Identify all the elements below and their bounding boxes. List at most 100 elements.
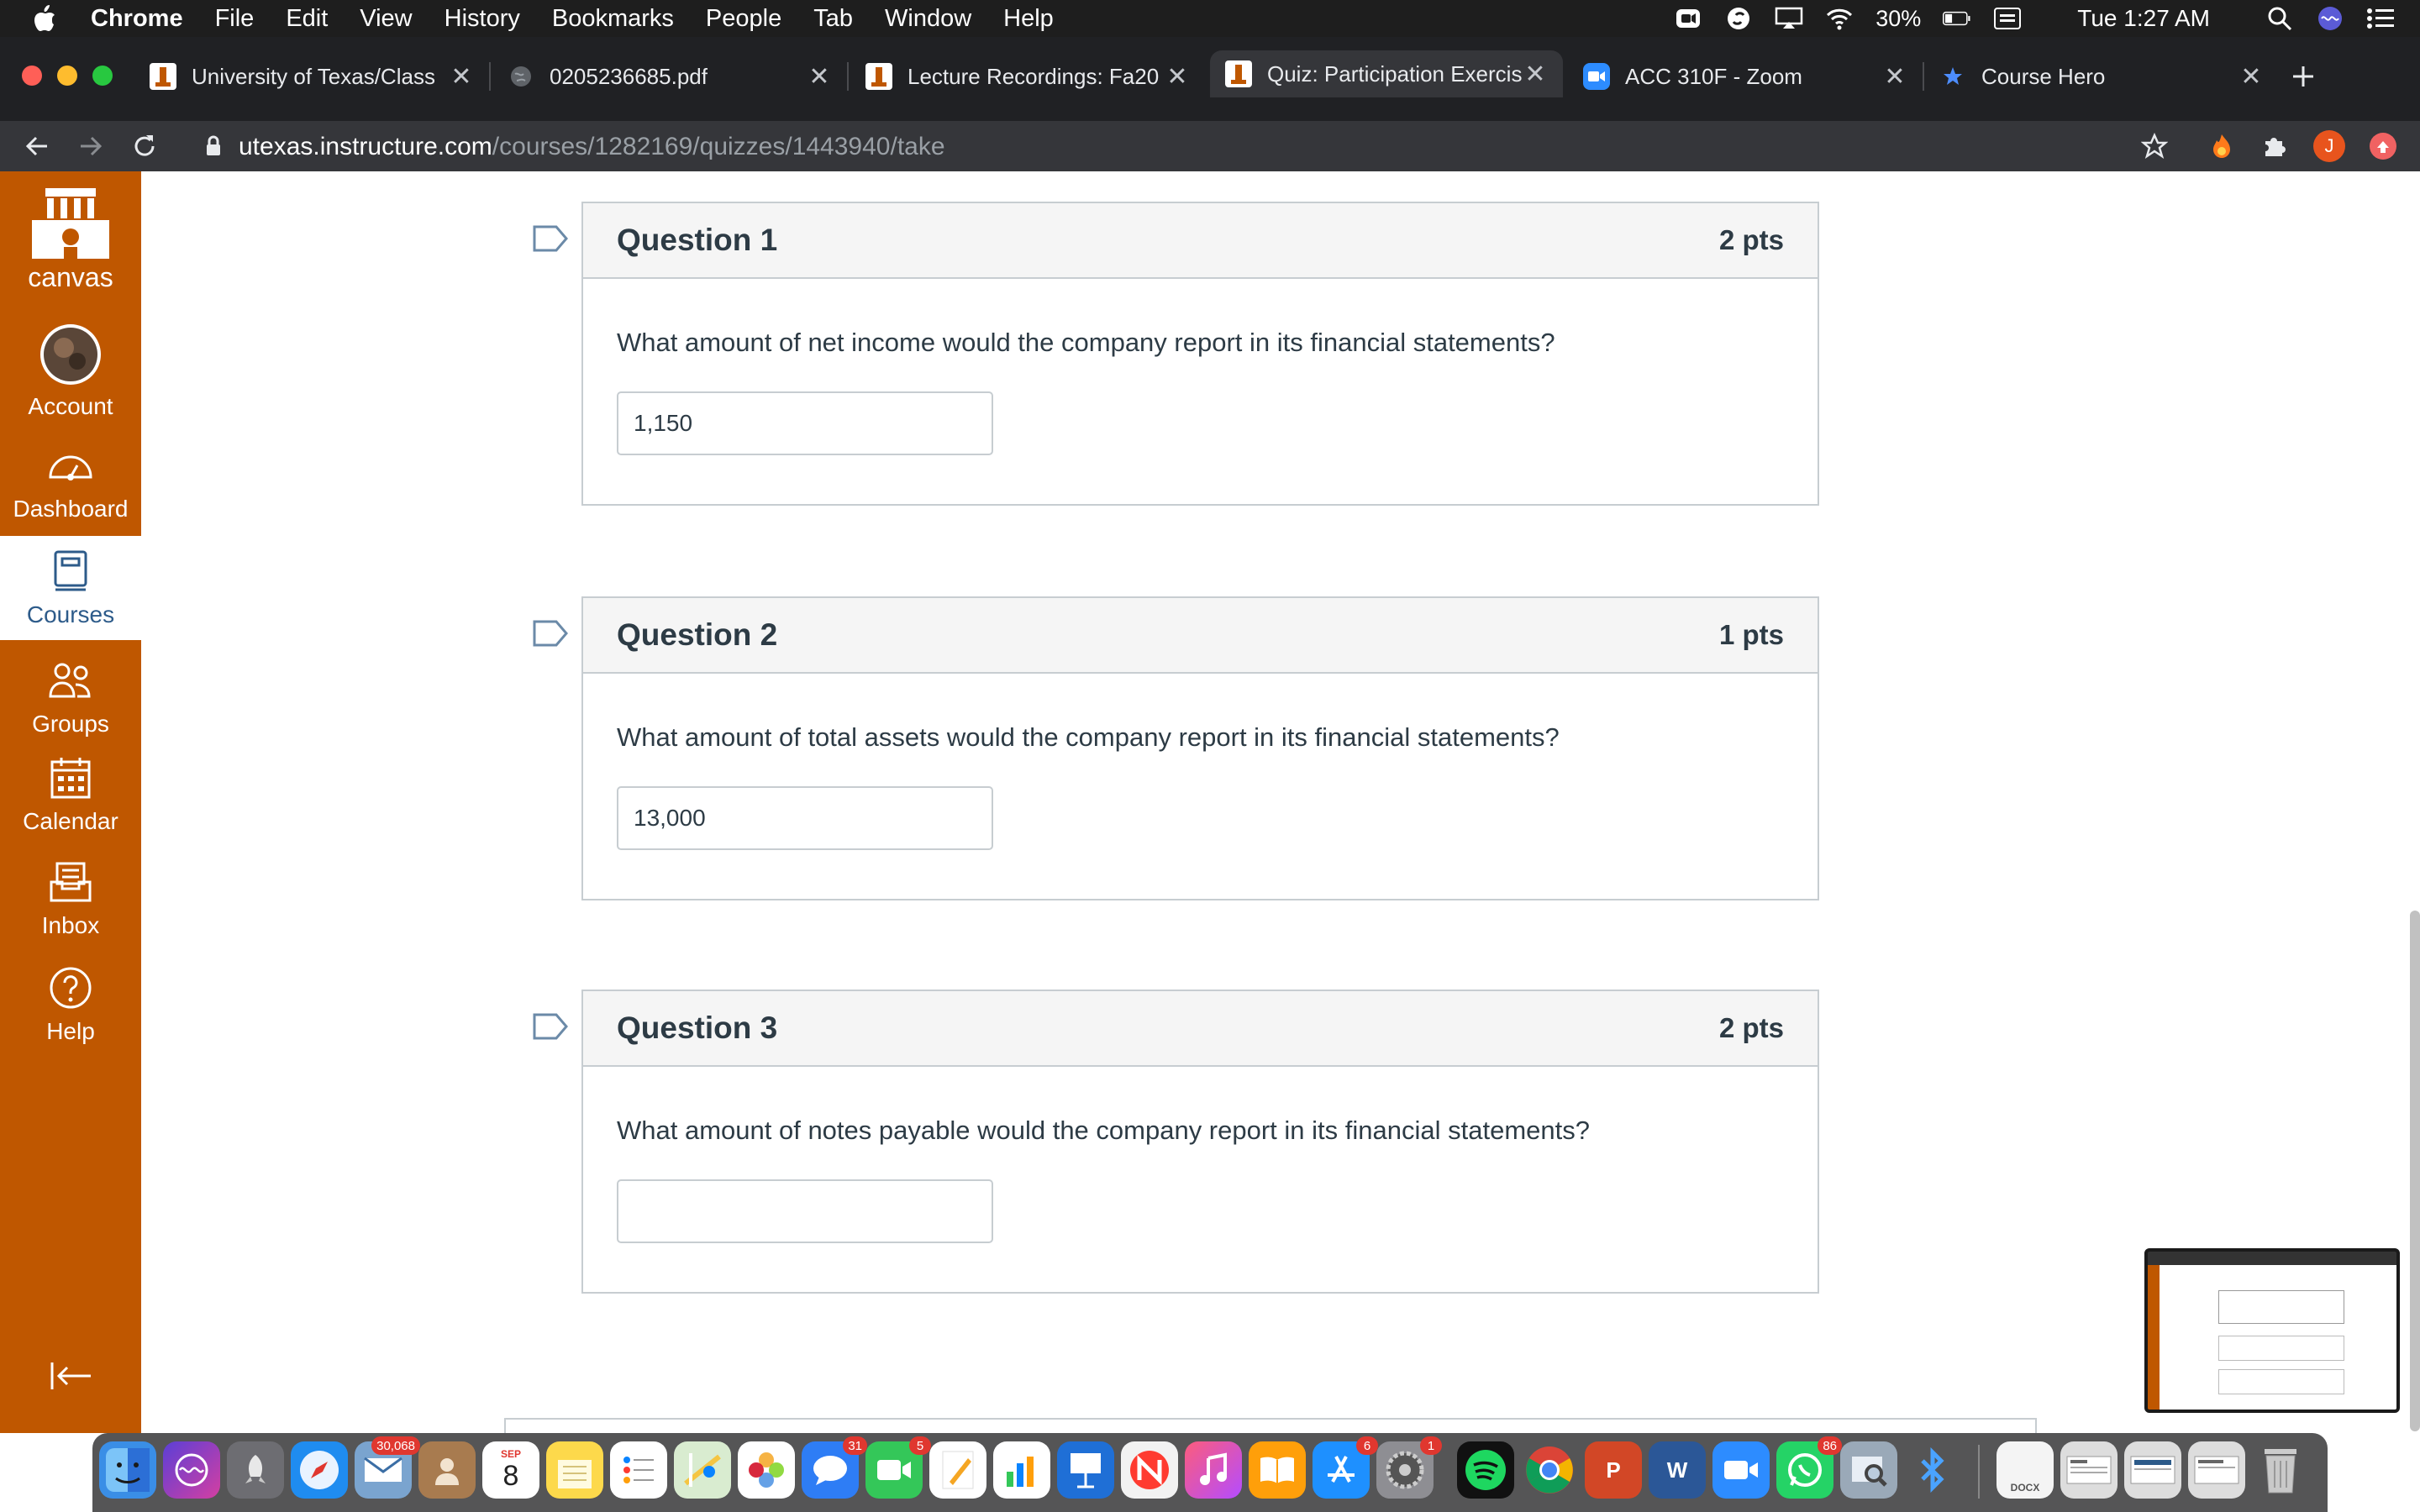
tab-close-icon[interactable]: ✕ xyxy=(1165,62,1190,92)
menu-window[interactable]: Window xyxy=(885,5,971,33)
spotify-icon[interactable] xyxy=(1457,1441,1514,1499)
canvas-logo[interactable]: canvas xyxy=(0,185,141,293)
tab-pdf[interactable]: 0205236685.pdf ✕ xyxy=(508,57,832,96)
airplay-icon[interactable] xyxy=(1775,6,1803,31)
extensions-puzzle-icon[interactable] xyxy=(2257,129,2291,163)
siri-app-icon[interactable] xyxy=(163,1441,220,1499)
screen-record-icon[interactable] xyxy=(1674,6,1702,31)
flag-question-icon[interactable] xyxy=(533,620,568,647)
siri-icon[interactable] xyxy=(2316,6,2344,31)
pages-icon[interactable] xyxy=(929,1441,986,1499)
bluetooth-file-exchange-icon[interactable] xyxy=(1904,1441,1961,1499)
address-bar[interactable]: utexas.instructure.com/courses/1282169/q… xyxy=(239,133,945,161)
collapse-nav-button[interactable] xyxy=(0,1359,141,1401)
screenshot-file-icon[interactable] xyxy=(2124,1441,2181,1499)
news-icon[interactable] xyxy=(1121,1441,1178,1499)
profile-avatar-button[interactable]: J xyxy=(2312,129,2346,163)
tab-close-icon[interactable]: ✕ xyxy=(2238,62,2264,92)
back-button[interactable] xyxy=(20,129,54,163)
menu-tab[interactable]: Tab xyxy=(813,5,853,33)
tab-close-icon[interactable]: ✕ xyxy=(807,62,832,92)
menu-bookmarks[interactable]: Bookmarks xyxy=(552,5,674,33)
messages-icon[interactable]: 31 xyxy=(802,1436,867,1499)
keynote-icon[interactable] xyxy=(1057,1441,1114,1499)
reload-button[interactable] xyxy=(128,129,161,163)
forward-button[interactable] xyxy=(74,129,108,163)
whatsapp-icon[interactable]: 86 xyxy=(1776,1436,1842,1499)
reminders-icon[interactable] xyxy=(610,1441,667,1499)
menu-people[interactable]: People xyxy=(706,5,781,33)
numbers-icon[interactable] xyxy=(993,1441,1050,1499)
sync-icon[interactable] xyxy=(1724,6,1753,31)
tab-close-icon[interactable]: ✕ xyxy=(1523,60,1548,89)
powerpoint-icon[interactable]: P xyxy=(1585,1441,1642,1499)
keyboard-layout-icon[interactable] xyxy=(1993,6,2022,31)
lock-icon[interactable] xyxy=(197,129,230,163)
window-close-button[interactable] xyxy=(22,66,42,86)
quiz-content: Question 1 2 pts What amount of net inco… xyxy=(141,171,2420,1433)
menu-clock[interactable]: Tue 1:27 AM xyxy=(2077,5,2210,32)
nav-account[interactable]: Account xyxy=(0,323,141,420)
screenshot-thumbnail[interactable] xyxy=(2144,1248,2400,1413)
nav-help[interactable]: Help xyxy=(0,964,141,1045)
flag-question-icon[interactable] xyxy=(533,225,568,252)
system-preferences-icon[interactable]: 1 xyxy=(1376,1436,1442,1499)
battery-icon[interactable] xyxy=(1943,6,1971,31)
facetime-icon[interactable]: 5 xyxy=(865,1436,931,1499)
groups-icon xyxy=(47,657,94,704)
chrome-icon[interactable] xyxy=(1521,1441,1578,1499)
menu-edit[interactable]: Edit xyxy=(286,5,328,33)
flag-question-icon[interactable] xyxy=(533,1013,568,1040)
word-icon[interactable]: W xyxy=(1649,1441,1706,1499)
nav-courses[interactable]: Courses xyxy=(0,536,141,640)
page-scrollbar[interactable] xyxy=(2410,911,2420,1431)
window-zoom-button[interactable] xyxy=(92,66,113,86)
notes-icon[interactable] xyxy=(546,1441,603,1499)
flame-extension-icon[interactable] xyxy=(2205,129,2238,163)
answer-input[interactable] xyxy=(617,391,993,455)
tab-zoom[interactable]: ACC 310F - Zoom ✕ xyxy=(1583,57,1907,96)
nav-calendar[interactable]: Calendar xyxy=(0,754,141,835)
answer-input[interactable] xyxy=(617,1179,993,1243)
nav-groups[interactable]: Groups xyxy=(0,657,141,738)
screenshot-file-icon[interactable] xyxy=(2188,1441,2245,1499)
app-store-icon[interactable]: 6 xyxy=(1313,1436,1378,1499)
maps-icon[interactable] xyxy=(674,1441,731,1499)
spotlight-search-icon[interactable] xyxy=(2265,6,2294,31)
menu-help[interactable]: Help xyxy=(1003,5,1054,33)
photos-icon[interactable] xyxy=(738,1441,795,1499)
calendar-app-icon[interactable]: SEP 8 xyxy=(482,1441,539,1499)
new-tab-button[interactable] xyxy=(2291,57,2333,96)
mail-icon[interactable]: 30,068 xyxy=(355,1436,420,1499)
menu-file[interactable]: File xyxy=(215,5,255,33)
menu-app-name[interactable]: Chrome xyxy=(91,5,183,33)
answer-input[interactable] xyxy=(617,786,993,850)
window-minimize-button[interactable] xyxy=(57,66,77,86)
nav-inbox[interactable]: Inbox xyxy=(0,858,141,939)
launchpad-icon[interactable] xyxy=(227,1441,284,1499)
bookmark-star-icon[interactable] xyxy=(2138,129,2171,163)
music-icon[interactable] xyxy=(1185,1441,1242,1499)
docx-file-icon[interactable]: DOCX xyxy=(1996,1441,2054,1499)
notification-center-icon[interactable] xyxy=(2366,6,2395,31)
tab-quiz-active[interactable]: Quiz: Participation Exercis ✕ xyxy=(1210,50,1563,97)
contacts-icon[interactable] xyxy=(418,1441,476,1499)
preview-icon[interactable] xyxy=(1840,1441,1897,1499)
finder-icon[interactable] xyxy=(99,1441,156,1499)
tab-lecture-recordings[interactable]: Lecture Recordings: Fa20 ✕ xyxy=(865,57,1190,96)
tab-university-of-texas[interactable]: University of Texas/Class ✕ xyxy=(150,57,474,96)
sync-extension-icon[interactable] xyxy=(2366,129,2400,163)
wifi-icon[interactable] xyxy=(1825,6,1854,31)
menu-history[interactable]: History xyxy=(445,5,520,33)
trash-icon[interactable] xyxy=(2252,1441,2309,1499)
apple-icon[interactable] xyxy=(32,4,66,33)
menu-view[interactable]: View xyxy=(360,5,412,33)
books-icon[interactable] xyxy=(1249,1441,1306,1499)
tab-close-icon[interactable]: ✕ xyxy=(1882,62,1907,92)
zoom-app-icon[interactable] xyxy=(1712,1441,1770,1499)
downloads-stack-icon[interactable] xyxy=(2060,1441,2118,1499)
safari-icon[interactable] xyxy=(291,1441,348,1499)
tab-close-icon[interactable]: ✕ xyxy=(449,62,474,92)
tab-course-hero[interactable]: Course Hero ✕ xyxy=(1939,57,2264,96)
nav-dashboard[interactable]: Dashboard xyxy=(0,442,141,522)
